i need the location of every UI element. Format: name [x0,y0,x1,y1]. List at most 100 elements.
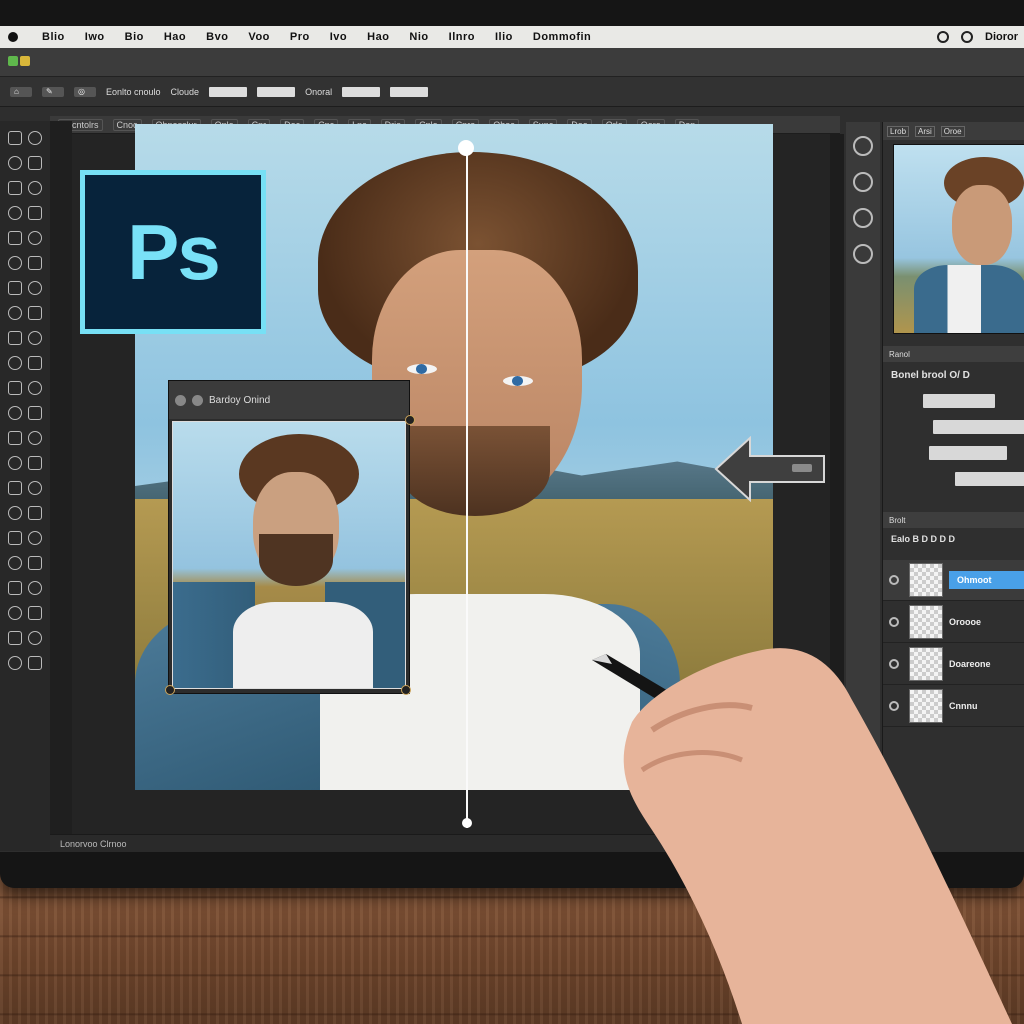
property-slider[interactable] [923,394,995,408]
brush-tool-icon[interactable] [8,306,22,320]
path-select-icon[interactable] [8,531,22,545]
dodge-tool-icon[interactable] [8,456,22,470]
opacity-field[interactable] [257,86,296,97]
tool-variant-icon[interactable] [28,531,42,545]
navigator-thumbnail[interactable] [893,144,1024,334]
minimize-icon[interactable] [192,394,203,406]
menu-item[interactable]: Nio [399,31,438,43]
layer-row[interactable]: Oroooe [883,602,1024,643]
blur-tool-icon[interactable] [8,431,22,445]
menu-item[interactable]: Ivo [320,31,357,43]
tool-variant-icon[interactable] [28,481,42,495]
tool-variant-icon[interactable] [28,306,42,320]
transform-handle[interactable] [165,685,175,695]
tool-variant-icon[interactable] [28,131,42,145]
menu-item[interactable]: Pro [280,31,320,43]
tool-variant-icon[interactable] [28,581,42,595]
panel-tab[interactable]: Oroe [940,125,965,137]
property-slider[interactable] [929,446,1007,460]
compare-split-handle-bottom[interactable] [462,818,472,828]
visibility-eye-icon[interactable] [889,575,899,585]
tool-variant-icon[interactable] [28,206,42,220]
menu-item[interactable]: Bvo [196,31,238,43]
panel-tab[interactable]: Lrob [887,125,910,137]
marquee-tool-icon[interactable] [8,156,22,170]
property-slider[interactable] [955,472,1024,486]
swatches-panel-icon[interactable] [853,208,873,228]
mode-icon[interactable]: ◎ [74,86,96,97]
tool-variant-icon[interactable] [28,431,42,445]
visibility-eye-icon[interactable] [889,617,899,627]
apple-icon[interactable] [8,32,18,42]
menu-item[interactable]: Iwo [75,31,115,43]
properties-panel-icon[interactable] [853,244,873,264]
tool-variant-icon[interactable] [28,631,42,645]
tool-variant-icon[interactable] [28,281,42,295]
shape-tool-icon[interactable] [8,556,22,570]
menu-item[interactable]: Hao [154,31,196,43]
layers-toolbar[interactable]: Ealo B D D D D [891,534,955,544]
menu-item[interactable]: Dommofin [523,31,601,43]
tool-variant-icon[interactable] [28,181,42,195]
tool-variant-icon[interactable] [28,406,42,420]
tool-variant-icon[interactable] [28,156,42,170]
hand-tool-icon[interactable] [8,581,22,595]
history-panel-icon[interactable] [853,136,873,156]
close-icon[interactable] [175,394,186,406]
quick-select-icon[interactable] [8,206,22,220]
size-field[interactable] [209,86,248,97]
property-slider[interactable] [933,420,1024,434]
clock-icon[interactable] [937,31,949,43]
tool-variant-icon[interactable] [28,356,42,370]
flow-field[interactable] [342,86,381,97]
zoom-tool-icon[interactable] [8,606,22,620]
eyedropper-icon[interactable] [8,256,22,270]
layer-row[interactable]: Doareone [883,644,1024,685]
tool-variant-icon[interactable] [28,331,42,345]
transform-handle[interactable] [401,685,411,695]
panel-tab[interactable]: Arsi [915,125,935,137]
tool-variant-icon[interactable] [28,556,42,570]
history-brush-icon[interactable] [8,356,22,370]
pen-tool-icon[interactable] [8,481,22,495]
tool-variant-icon[interactable] [28,381,42,395]
move-tool-icon[interactable] [8,131,22,145]
brush-icon[interactable]: ✎ [42,86,64,97]
tool-variant-icon[interactable] [28,606,42,620]
user-icon[interactable] [961,31,973,43]
menu-item[interactable]: Ilnro [439,31,485,43]
gradient-tool-icon[interactable] [8,406,22,420]
tool-variant-icon[interactable] [28,256,42,270]
healing-brush-icon[interactable] [8,281,22,295]
menu-item[interactable]: Voo [238,31,279,43]
panel-dock-divider[interactable] [830,134,844,834]
eraser-tool-icon[interactable] [8,381,22,395]
floating-preview-window[interactable]: Bardoy Onind [165,380,415,695]
menu-item[interactable]: Hao [357,31,399,43]
color-swatch-icon[interactable] [8,631,22,645]
lasso-tool-icon[interactable] [8,181,22,195]
layer-row[interactable]: Cnnnu [883,686,1024,727]
tool-variant-icon[interactable] [28,506,42,520]
visibility-eye-icon[interactable] [889,701,899,711]
layer-row[interactable]: Ohmoot [883,560,1024,601]
crop-tool-icon[interactable] [8,231,22,245]
clone-stamp-icon[interactable] [8,331,22,345]
menu-item[interactable]: Ilio [485,31,523,43]
type-tool-icon[interactable] [8,506,22,520]
menu-item[interactable]: Bio [115,31,154,43]
color-panel-icon[interactable] [853,172,873,192]
visibility-eye-icon[interactable] [889,659,899,669]
tool-preset-button[interactable]: ⌂ [10,86,32,97]
tool-variant-icon[interactable] [28,456,42,470]
menu-item[interactable]: Blio [32,31,75,43]
smoothing-field[interactable] [390,86,429,97]
arrow-left-icon[interactable] [714,436,826,502]
compare-split-line[interactable] [466,148,468,828]
tool-variant-icon[interactable] [28,231,42,245]
quick-mask-icon[interactable] [8,656,22,670]
compare-split-handle[interactable] [458,140,474,156]
tool-variant-icon[interactable] [28,656,42,670]
transform-handle[interactable] [405,415,415,425]
floating-window-header[interactable]: Bardoy Onind [169,381,409,419]
